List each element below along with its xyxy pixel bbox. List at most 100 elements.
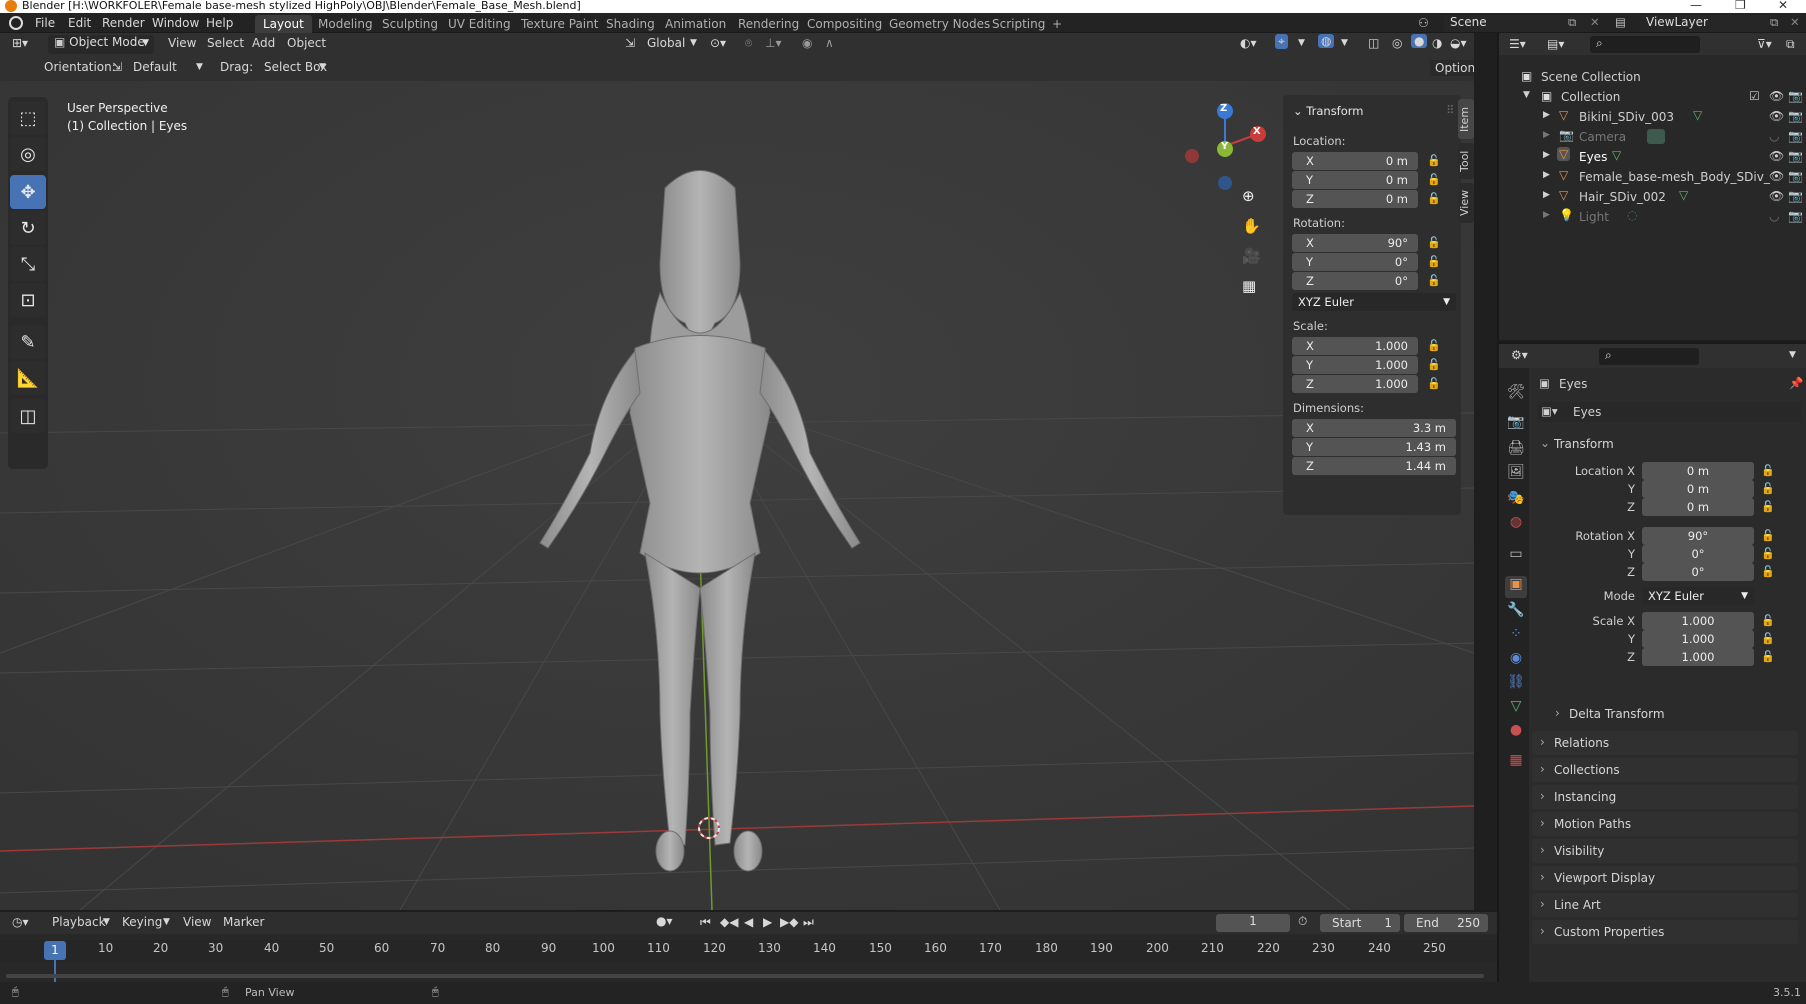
- line-art-section[interactable]: › Line Art: [1532, 893, 1798, 917]
- menu-render[interactable]: Render: [102, 16, 145, 30]
- drag-dropdown[interactable]: Select Box: [264, 60, 327, 74]
- lock-icon[interactable]: 🔓: [1427, 339, 1441, 352]
- data-tab-icon[interactable]: ▽: [1505, 698, 1527, 720]
- camera-render-icon[interactable]: 📷: [1788, 109, 1803, 123]
- prop-rotation-x-field[interactable]: 90°: [1642, 527, 1754, 545]
- dimensions-y-field[interactable]: Y 1.43 m: [1292, 438, 1456, 456]
- camera-render-icon[interactable]: 📷: [1788, 129, 1803, 143]
- falloff-icon[interactable]: ∧: [825, 36, 834, 50]
- zoom-icon[interactable]: ⊕: [1242, 187, 1255, 205]
- menu-add[interactable]: Add: [252, 36, 275, 50]
- world-tab-icon[interactable]: ◍: [1505, 514, 1527, 536]
- chevron-right-icon[interactable]: ▶: [1543, 170, 1550, 180]
- editor-type-icon[interactable]: ⊞▾: [12, 36, 28, 50]
- collections-section[interactable]: › Collections: [1532, 758, 1798, 782]
- timeline-editor-icon[interactable]: ◷▾: [12, 915, 29, 929]
- menu-object[interactable]: Object: [287, 36, 326, 50]
- outliner-item-light[interactable]: ▶ 💡 Light ◌ ◡ 📷: [1499, 207, 1806, 227]
- outliner-item-eyes[interactable]: ▶ ▽ Eyes ▽ 👁 📷: [1499, 147, 1806, 167]
- tab-shading[interactable]: Shading: [598, 15, 663, 33]
- rotate-tool[interactable]: ↻: [10, 211, 46, 245]
- scale-y-field[interactable]: Y 1.000: [1292, 356, 1418, 374]
- marker-menu[interactable]: Marker: [223, 915, 264, 929]
- scale-z-field[interactable]: Z 1.000: [1292, 375, 1418, 393]
- visibility-icon[interactable]: ◐▾: [1240, 36, 1257, 50]
- outliner-item-hair[interactable]: ▶ ▽ Hair_SDiv_002 ▽ 👁 📷: [1499, 187, 1806, 207]
- constraints-tab-icon[interactable]: ⛓: [1505, 674, 1527, 696]
- render-tab-icon[interactable]: 📷: [1505, 414, 1527, 436]
- transform-section-header[interactable]: ⌄ Transform: [1532, 432, 1798, 456]
- eye-icon[interactable]: 👁: [1769, 109, 1784, 123]
- add-cube-tool[interactable]: ◫: [10, 399, 46, 433]
- blender-menu-icon[interactable]: [9, 16, 23, 30]
- menu-file[interactable]: File: [35, 16, 55, 30]
- chevron-down-icon[interactable]: ▼: [1523, 90, 1530, 100]
- next-keyframe-icon[interactable]: ▶◆: [780, 915, 798, 929]
- display-mode-icon[interactable]: ▤▾: [1547, 37, 1564, 51]
- viewport-display-section[interactable]: › Viewport Display: [1532, 866, 1798, 890]
- menu-view[interactable]: View: [168, 36, 196, 50]
- texture-tab-icon[interactable]: ▦: [1505, 752, 1527, 774]
- delete-view-layer-icon[interactable]: ✕: [1790, 15, 1800, 29]
- chevron-right-icon[interactable]: ▶: [1543, 150, 1550, 160]
- material-tab-icon[interactable]: ●: [1505, 722, 1527, 744]
- lock-icon[interactable]: 🔓: [1761, 632, 1775, 645]
- collection-tab-icon[interactable]: ▭: [1505, 546, 1527, 568]
- rotation-mode-dropdown[interactable]: XYZ Euler ▼: [1292, 293, 1456, 311]
- tab-uv-editing[interactable]: UV Editing: [440, 15, 519, 33]
- snap-icon[interactable]: ⌾: [745, 36, 752, 51]
- jump-start-icon[interactable]: ⏮: [700, 915, 711, 930]
- new-scene-icon[interactable]: ⧉: [1568, 15, 1576, 30]
- outliner-scene-collection[interactable]: ▣ Scene Collection: [1499, 67, 1806, 87]
- view-layer-tab-icon[interactable]: 🖼: [1505, 464, 1527, 486]
- tab-sculpting[interactable]: Sculpting: [374, 15, 446, 33]
- annotate-tool[interactable]: ✎: [10, 325, 46, 359]
- lock-icon[interactable]: 🔓: [1761, 614, 1775, 627]
- camera-render-icon[interactable]: 📷: [1788, 89, 1803, 103]
- ortho-toggle-icon[interactable]: ▦: [1242, 277, 1256, 295]
- prop-location-y-field[interactable]: 0 m: [1642, 480, 1754, 498]
- playback-menu[interactable]: Playback: [52, 915, 106, 929]
- camera-render-icon[interactable]: 📷: [1788, 169, 1803, 183]
- properties-editor-icon[interactable]: ⚙▾: [1511, 348, 1528, 362]
- current-frame-field[interactable]: 1: [1216, 914, 1290, 932]
- play-reverse-icon[interactable]: ◀: [744, 915, 753, 929]
- rotation-y-field[interactable]: Y 0°: [1292, 253, 1418, 271]
- play-icon[interactable]: ▶: [763, 915, 772, 929]
- cursor-tool[interactable]: ◎: [10, 137, 46, 171]
- lock-icon[interactable]: 🔓: [1427, 358, 1441, 371]
- menu-window[interactable]: Window: [152, 16, 199, 30]
- physics-tab-icon[interactable]: ◉: [1505, 650, 1527, 672]
- object-datablock-field[interactable]: ▣▾ Eyes: [1537, 402, 1801, 422]
- lock-icon[interactable]: 🔓: [1427, 173, 1441, 186]
- visibility-section[interactable]: › Visibility: [1532, 839, 1798, 863]
- menu-select[interactable]: Select: [207, 36, 244, 50]
- prop-rotation-mode-dropdown[interactable]: XYZ Euler ▼: [1642, 587, 1754, 605]
- maximize-icon[interactable]: ❐: [1735, 0, 1746, 12]
- close-icon[interactable]: ✕: [1778, 0, 1788, 12]
- end-frame-field[interactable]: End 250: [1404, 914, 1488, 932]
- transform-orientation-icon[interactable]: ⇲: [625, 36, 635, 50]
- object-browse-icon[interactable]: ▣▾: [1541, 404, 1558, 418]
- gizmo-toggle-icon[interactable]: ⌖: [1275, 34, 1288, 49]
- drag-handle-icon[interactable]: ⠿: [1446, 103, 1454, 117]
- rotation-z-field[interactable]: Z 0°: [1292, 272, 1418, 290]
- wireframe-shading-icon[interactable]: ◎: [1392, 36, 1402, 50]
- chevron-down-icon[interactable]: ▼: [1789, 350, 1796, 360]
- playhead[interactable]: 1: [44, 941, 66, 960]
- dimensions-z-field[interactable]: Z 1.44 m: [1292, 457, 1456, 475]
- particles-tab-icon[interactable]: ⁘: [1505, 626, 1527, 648]
- transform-tool[interactable]: ⊡: [10, 283, 46, 317]
- 3d-viewport[interactable]: ⊞▾ ▣ Object Mode ▼ View Select Add Object…: [0, 33, 1474, 910]
- output-tab-icon[interactable]: 🖨: [1505, 440, 1527, 462]
- stopwatch-icon[interactable]: ⏱: [1298, 914, 1307, 929]
- minimize-icon[interactable]: —: [1690, 0, 1702, 12]
- lock-icon[interactable]: 🔓: [1427, 377, 1441, 390]
- chevron-right-icon[interactable]: ▶: [1543, 190, 1550, 200]
- properties-search-input[interactable]: ⌕: [1599, 348, 1699, 365]
- prop-location-z-field[interactable]: 0 m: [1642, 498, 1754, 516]
- tab-layout[interactable]: Layout: [255, 15, 312, 33]
- options-button[interactable]: Options: [1430, 60, 1474, 76]
- chevron-right-icon[interactable]: ▶: [1543, 110, 1550, 120]
- tab-animation[interactable]: Animation: [657, 15, 734, 33]
